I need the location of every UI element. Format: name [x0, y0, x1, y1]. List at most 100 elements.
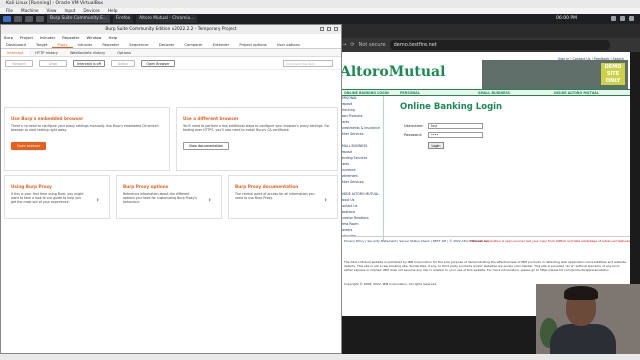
firefox-task-label: Firefox — [115, 16, 131, 21]
card-proxy-options[interactable]: Burp Proxy options Reference information… — [116, 175, 222, 219]
burp-main-tabs: Dashboard Target Proxy Intruder Repeater… — [1, 41, 341, 49]
intercept-toolbar: Forward Drop Intercept is off Action Ope… — [1, 57, 341, 70]
comment-input[interactable]: Comment this item — [283, 60, 333, 67]
clock: 06:00 PM — [556, 16, 577, 21]
proxy-subtabs: Intercept HTTP history WebSockets histor… — [1, 49, 341, 57]
card-different-text: You'll need to perform a few additional … — [183, 124, 330, 133]
intercept-toggle-button[interactable]: Intercept is off — [73, 60, 105, 67]
card-using-proxy[interactable]: Using Burp Proxy If this is your first t… — [4, 175, 110, 219]
tab-proxy[interactable]: Proxy — [52, 41, 73, 48]
burp-menu-item[interactable]: Burp — [4, 34, 13, 41]
network-icon[interactable] — [611, 16, 616, 21]
workspace-icon[interactable] — [36, 16, 44, 22]
burp-menu-item[interactable]: Intruder — [40, 34, 55, 41]
card-options-text: Reference information about the differen… — [123, 192, 197, 205]
maximize-icon[interactable] — [327, 27, 331, 31]
action-button[interactable]: Action — [111, 60, 135, 67]
card-proxy-documentation[interactable]: Burp Proxy documentation The central poi… — [228, 175, 338, 219]
chevron-right-icon: › — [324, 196, 327, 204]
kali-menu-icon[interactable] — [3, 16, 11, 22]
kali-taskbar: Burp Suite Community E... Firefox Altoro… — [0, 14, 640, 24]
nav-small-business[interactable]: SMALL BUSINESS — [478, 91, 510, 95]
tab-decoder[interactable]: Decoder — [154, 41, 180, 48]
nav-online-banking[interactable]: ONLINE BANKING LOGIN — [344, 91, 389, 95]
tab-intruder[interactable]: Intruder — [73, 41, 98, 48]
altoro-logo[interactable]: AltoroMutual — [340, 64, 480, 88]
card-docs-title: Burp Proxy documentation — [235, 184, 299, 189]
volume-icon[interactable] — [620, 16, 625, 21]
burp-menu-item[interactable]: Project — [20, 34, 33, 41]
card-embedded-text: There's no need to configure your proxy … — [11, 124, 159, 133]
tab-extender[interactable]: Extender — [208, 41, 235, 48]
terminal-icon[interactable] — [14, 16, 22, 22]
tab-repeater[interactable]: Repeater — [97, 41, 124, 48]
footer-links[interactable]: Privacy Policy | Security Statement | Se… — [344, 239, 489, 243]
system-tray — [611, 16, 634, 21]
page-title: Online Banking Login — [400, 102, 503, 112]
task-burp[interactable]: Burp Suite Community E... — [47, 15, 110, 23]
site-footer: Privacy Policy | Security Statement | Se… — [340, 236, 630, 246]
tab-comparer[interactable]: Comparer — [179, 41, 207, 48]
nav-personal[interactable]: PERSONAL — [400, 91, 420, 95]
close-icon[interactable] — [334, 27, 338, 31]
chromium-address-bar: ← → ⟳ Not secure demo.testfire.net — [330, 38, 640, 52]
tab-target[interactable]: Target — [31, 41, 52, 48]
card-options-title: Burp Proxy options — [123, 184, 169, 189]
task-firefox[interactable]: Firefox — [112, 15, 134, 23]
tab-sequencer[interactable]: Sequencer — [124, 41, 154, 48]
tab-user-options[interactable]: User options — [272, 41, 305, 48]
password-input[interactable]: •••• — [428, 132, 483, 138]
chromium-tab-bar — [330, 24, 640, 38]
card-using-text: If this is your first time using Burp, y… — [11, 192, 84, 205]
burp-menu-item[interactable]: Repeater — [62, 34, 79, 41]
subtab-intercept[interactable]: Intercept — [1, 49, 30, 56]
nav-inside-altoro[interactable]: INSIDE ALTORO MUTUAL — [554, 91, 599, 95]
login-button[interactable]: Login — [428, 142, 444, 149]
not-secure-label: Not secure — [358, 42, 386, 48]
card-different-title: Use a different browser — [183, 116, 239, 121]
reload-icon[interactable]: ⟳ — [350, 42, 354, 48]
altoro-page: Sign In | Contact Us | Feedback | Search… — [340, 52, 630, 316]
username-input[interactable]: test — [428, 123, 483, 129]
presenter-hair — [564, 286, 598, 300]
username-label: Username: — [404, 124, 424, 128]
open-browser-button[interactable]: Open Browser — [141, 60, 175, 67]
burp-menu-item[interactable]: Help — [109, 34, 118, 41]
burp-menu-item[interactable]: Window — [87, 34, 102, 41]
site-banner: DEMO SITE ONLY — [482, 60, 628, 90]
subtab-options[interactable]: Options — [111, 49, 137, 56]
drop-button[interactable]: Drop — [39, 60, 67, 67]
virtualbox-statusbar — [0, 354, 640, 360]
card-embedded-browser: Use Burp's embedded browser There's no n… — [4, 107, 170, 171]
site-nav: ONLINE BANKING LOGIN PERSONAL SMALL BUSI… — [340, 89, 630, 96]
task-chromium[interactable]: Altoro Mutual - Chromiu... — [136, 15, 198, 23]
card-using-title: Using Burp Proxy — [11, 184, 52, 189]
burp-menu: Burp Project Intruder Repeater Window He… — [1, 34, 341, 41]
subtab-websockets-history[interactable]: WebSockets history — [64, 49, 111, 56]
demo-badge: DEMO SITE ONLY — [601, 63, 625, 85]
power-icon[interactable] — [629, 16, 634, 21]
virtualbox-title: Kali Linux [Running] - Oracle VM Virtual… — [0, 0, 640, 8]
tab-dashboard[interactable]: Dashboard — [1, 41, 31, 48]
forward-button[interactable]: Forward — [5, 60, 33, 67]
files-icon[interactable] — [25, 16, 33, 22]
burp-window: Burp Suite Community Edition v2022.2.2 -… — [0, 24, 342, 354]
subtab-http-history[interactable]: HTTP history — [29, 49, 64, 56]
url-input[interactable]: demo.testfire.net — [389, 40, 610, 50]
burp-title: Burp Suite Community Edition v2022.2.2 -… — [105, 27, 237, 32]
card-docs-text: The central point of access for all info… — [235, 192, 315, 201]
card-embedded-title: Use Burp's embedded browser — [11, 116, 84, 121]
tab-project-options[interactable]: Project options — [234, 41, 271, 48]
copyright: Copyright © 2008, 2022, IBM Corporation,… — [344, 282, 438, 286]
card-open-browser-button[interactable]: Open browser — [11, 142, 47, 151]
site-sidebar: PERSONAL Deposit Checking Loan Products … — [340, 96, 384, 241]
burp-task-label: Burp Suite Community E... — [50, 16, 107, 21]
chromium-task-label: Altoro Mutual - Chromiu... — [139, 16, 195, 21]
legal-disclaimer: The Altoro Mutual website is published b… — [344, 260, 626, 273]
card-view-documentation-button[interactable]: View documentation — [183, 142, 229, 151]
footer-open-source-note: This web application is open source! Get… — [470, 239, 630, 243]
card-different-browser: Use a different browser You'll need to p… — [176, 107, 338, 171]
minimize-icon[interactable] — [320, 27, 324, 31]
chevron-right-icon: › — [208, 196, 211, 204]
forward-icon[interactable]: → — [342, 42, 346, 48]
